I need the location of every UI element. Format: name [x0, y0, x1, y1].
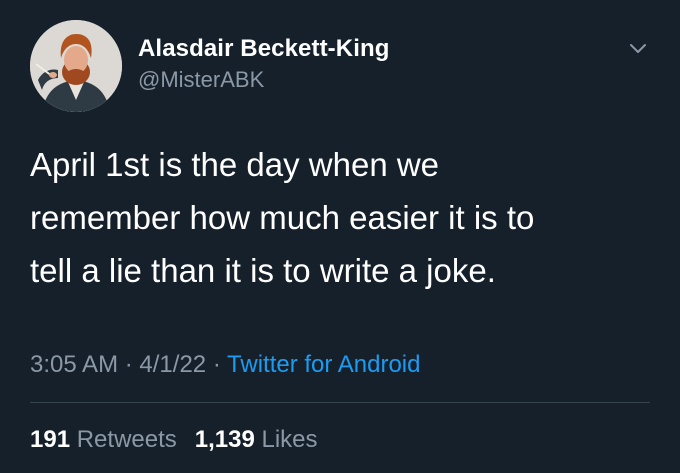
tweet-date[interactable]: 4/1/22 [139, 351, 206, 378]
divider [30, 402, 650, 403]
display-name[interactable]: Alasdair Beckett-King [138, 34, 390, 64]
likes-stat[interactable]: 1,139 Likes [195, 426, 318, 453]
tweet-text-line: April 1st is the day when we [30, 146, 440, 183]
tweet-header: Alasdair Beckett-King @MisterABK [30, 20, 650, 112]
tweet-text-line: remember how much easier it is to [30, 199, 535, 236]
user-handle[interactable]: @MisterABK [138, 66, 390, 94]
tweet-text-line: tell a lie than it is to write a joke. [30, 252, 496, 289]
tweet-stats: 191 Retweets 1,139 Likes [30, 425, 318, 455]
likes-label: Likes [261, 426, 318, 453]
tweet-time[interactable]: 3:05 AM [30, 351, 118, 378]
author-names: Alasdair Beckett-King @MisterABK [138, 34, 390, 94]
tweet-meta: 3:05 AM · 4/1/22 · Twitter for Android [30, 350, 420, 380]
retweets-stat[interactable]: 191 Retweets [30, 426, 177, 453]
tweet-text: April 1st is the day when we remember ho… [30, 138, 650, 297]
avatar[interactable] [30, 20, 122, 112]
tweet: Alasdair Beckett-King @MisterABK April 1… [0, 0, 680, 473]
profile-photo-icon [30, 20, 122, 112]
likes-count: 1,139 [194, 426, 255, 453]
meta-separator: · [212, 351, 221, 378]
meta-separator: · [124, 351, 133, 378]
tweet-source-link[interactable]: Twitter for Android [227, 351, 420, 378]
retweets-count: 191 [30, 426, 71, 453]
chevron-down-icon[interactable] [626, 36, 650, 60]
retweets-label: Retweets [76, 426, 177, 453]
